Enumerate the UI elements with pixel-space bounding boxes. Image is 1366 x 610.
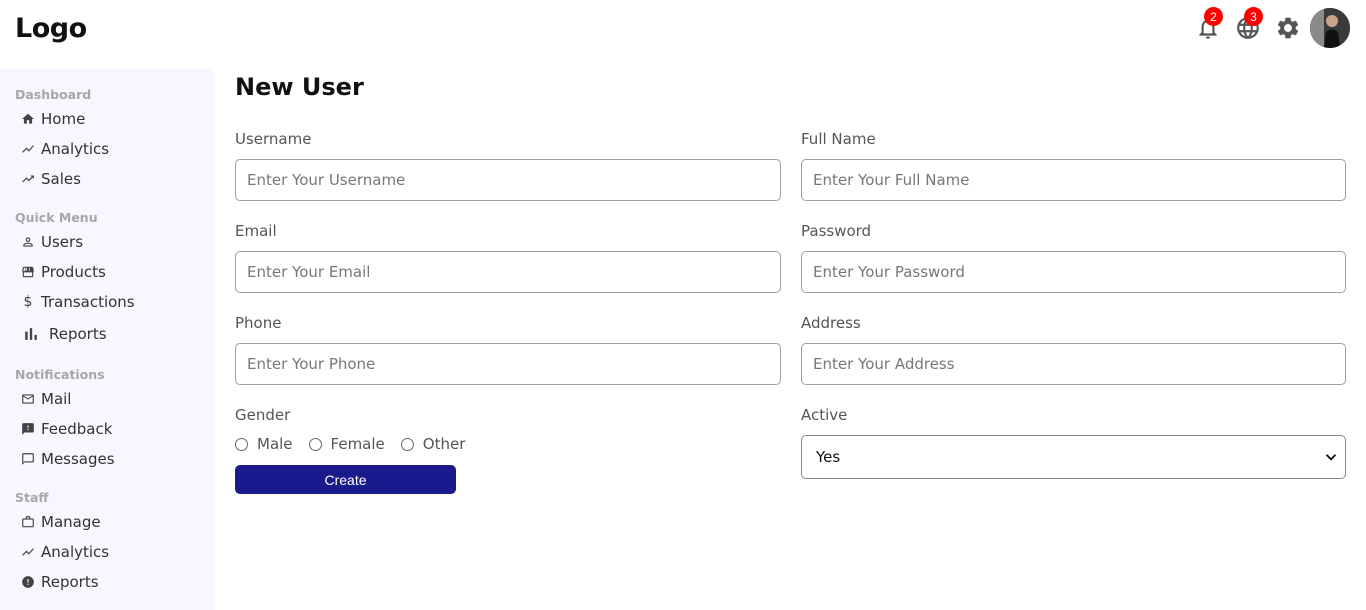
radio-label: Female xyxy=(330,435,385,453)
active-label: Active xyxy=(801,406,848,424)
active-select[interactable]: Yes xyxy=(801,435,1346,479)
top-icons: 2 3 xyxy=(1188,7,1350,48)
gender-other-radio[interactable]: Other xyxy=(400,435,466,453)
address-label: Address xyxy=(801,314,861,332)
full-name-field-group: Full Name xyxy=(801,129,1347,201)
sidebar-item-home[interactable]: Home xyxy=(15,104,205,134)
sidebar-item-label: Mail xyxy=(41,390,72,408)
active-select-value: Yes xyxy=(816,448,841,466)
sidebar-item-manage[interactable]: Manage xyxy=(15,507,205,537)
address-input[interactable] xyxy=(801,343,1346,385)
sidebar-item-label: Reports xyxy=(49,325,107,343)
email-field-group: Email xyxy=(235,221,781,293)
username-input[interactable] xyxy=(235,159,781,201)
top-bar: Logo 2 3 xyxy=(0,0,1366,68)
section-title: Notifications xyxy=(15,366,105,382)
sidebar-item-staff-analytics[interactable]: Analytics xyxy=(15,537,205,567)
feedback-icon xyxy=(21,422,35,436)
gear-icon xyxy=(1277,17,1299,39)
store-icon xyxy=(21,265,35,279)
sidebar-item-users[interactable]: Users xyxy=(15,227,205,257)
language-badge: 3 xyxy=(1244,7,1263,26)
notification-badge: 2 xyxy=(1204,7,1223,26)
phone-input[interactable] xyxy=(235,343,781,385)
full-name-input[interactable] xyxy=(801,159,1346,201)
sidebar-item-analytics[interactable]: Analytics xyxy=(15,134,205,164)
gender-female-radio[interactable]: Female xyxy=(308,435,385,453)
trending-icon xyxy=(21,142,35,156)
sidebar-item-transactions[interactable]: $ Transactions xyxy=(15,287,205,317)
sidebar-item-label: Manage xyxy=(41,513,101,531)
sidebar-item-messages[interactable]: Messages xyxy=(15,444,205,474)
sidebar-item-label: Reports xyxy=(41,573,99,591)
settings-button[interactable] xyxy=(1268,8,1308,48)
radio-label: Other xyxy=(422,435,466,453)
briefcase-icon xyxy=(21,515,35,529)
sidebar-item-label: Analytics xyxy=(41,543,110,561)
logo[interactable]: Logo xyxy=(15,13,87,44)
sidebar-item-label: Feedback xyxy=(41,420,113,438)
sidebar-item-feedback[interactable]: Feedback xyxy=(15,414,205,444)
sidebar-item-sales[interactable]: Sales xyxy=(15,164,205,194)
gender-male-radio[interactable]: Male xyxy=(235,435,293,453)
section-title: Quick Menu xyxy=(15,209,98,225)
sidebar-item-label: Transactions xyxy=(41,293,135,311)
radio-circle[interactable] xyxy=(235,437,248,451)
sidebar-item-label: Sales xyxy=(41,170,81,188)
address-field-group: Address xyxy=(801,313,1347,385)
full-name-label: Full Name xyxy=(801,130,876,148)
avatar[interactable] xyxy=(1310,8,1350,48)
sidebar: Dashboard Home Analytics Sales Quick Men… xyxy=(0,69,214,610)
dollar-icon: $ xyxy=(23,294,33,310)
gender-field-group: Gender Male Female Other xyxy=(235,405,781,453)
active-field-group: Active Yes xyxy=(801,405,1347,479)
sidebar-section-dashboard: Dashboard Home Analytics Sales xyxy=(15,84,205,194)
radio-circle[interactable] xyxy=(308,437,322,451)
user-icon xyxy=(21,235,35,249)
sidebar-item-products[interactable]: Products xyxy=(15,257,205,287)
username-label: Username xyxy=(235,130,312,148)
sidebar-item-staff-reports[interactable]: Reports xyxy=(15,567,205,597)
create-button[interactable]: Create xyxy=(235,465,456,494)
password-field-group: Password xyxy=(801,221,1347,293)
page-title: New User xyxy=(235,73,364,101)
sidebar-section-quick-menu: Quick Menu Users Products $ Transactions… xyxy=(15,207,205,351)
phone-field-group: Phone xyxy=(235,313,781,385)
mail-icon xyxy=(21,392,35,406)
notifications-button[interactable]: 2 xyxy=(1188,7,1228,48)
bar-chart-icon xyxy=(21,324,41,344)
sidebar-section-notifications: Notifications Mail Feedback Messages xyxy=(15,364,205,474)
gender-radio-group: Male Female Other xyxy=(235,435,781,453)
chat-icon xyxy=(21,452,35,466)
sidebar-item-reports[interactable]: Reports xyxy=(15,317,205,351)
email-label: Email xyxy=(235,222,277,240)
password-input[interactable] xyxy=(801,251,1346,293)
sidebar-item-label: Users xyxy=(41,233,84,251)
alert-icon xyxy=(21,575,35,589)
phone-label: Phone xyxy=(235,314,282,332)
radio-label: Male xyxy=(257,435,293,453)
gender-label: Gender xyxy=(235,406,291,424)
username-field-group: Username xyxy=(235,129,781,201)
section-title: Dashboard xyxy=(15,86,92,102)
radio-circle[interactable] xyxy=(400,437,414,451)
sidebar-section-staff: Staff Manage Analytics Reports xyxy=(15,487,205,597)
section-title: Staff xyxy=(15,489,49,505)
password-label: Password xyxy=(801,222,872,240)
sidebar-item-label: Products xyxy=(41,263,106,281)
trending-up-icon xyxy=(21,172,35,186)
sidebar-item-label: Analytics xyxy=(41,140,110,158)
chevron-down-icon xyxy=(1325,454,1337,461)
language-button[interactable]: 3 xyxy=(1228,7,1268,48)
sidebar-item-mail[interactable]: Mail xyxy=(15,384,205,414)
profile-photo xyxy=(1310,8,1350,48)
email-input[interactable] xyxy=(235,251,781,293)
sidebar-item-label: Home xyxy=(41,110,86,128)
sidebar-item-label: Messages xyxy=(41,450,115,468)
home-icon xyxy=(21,112,35,126)
trending-icon xyxy=(21,545,35,559)
